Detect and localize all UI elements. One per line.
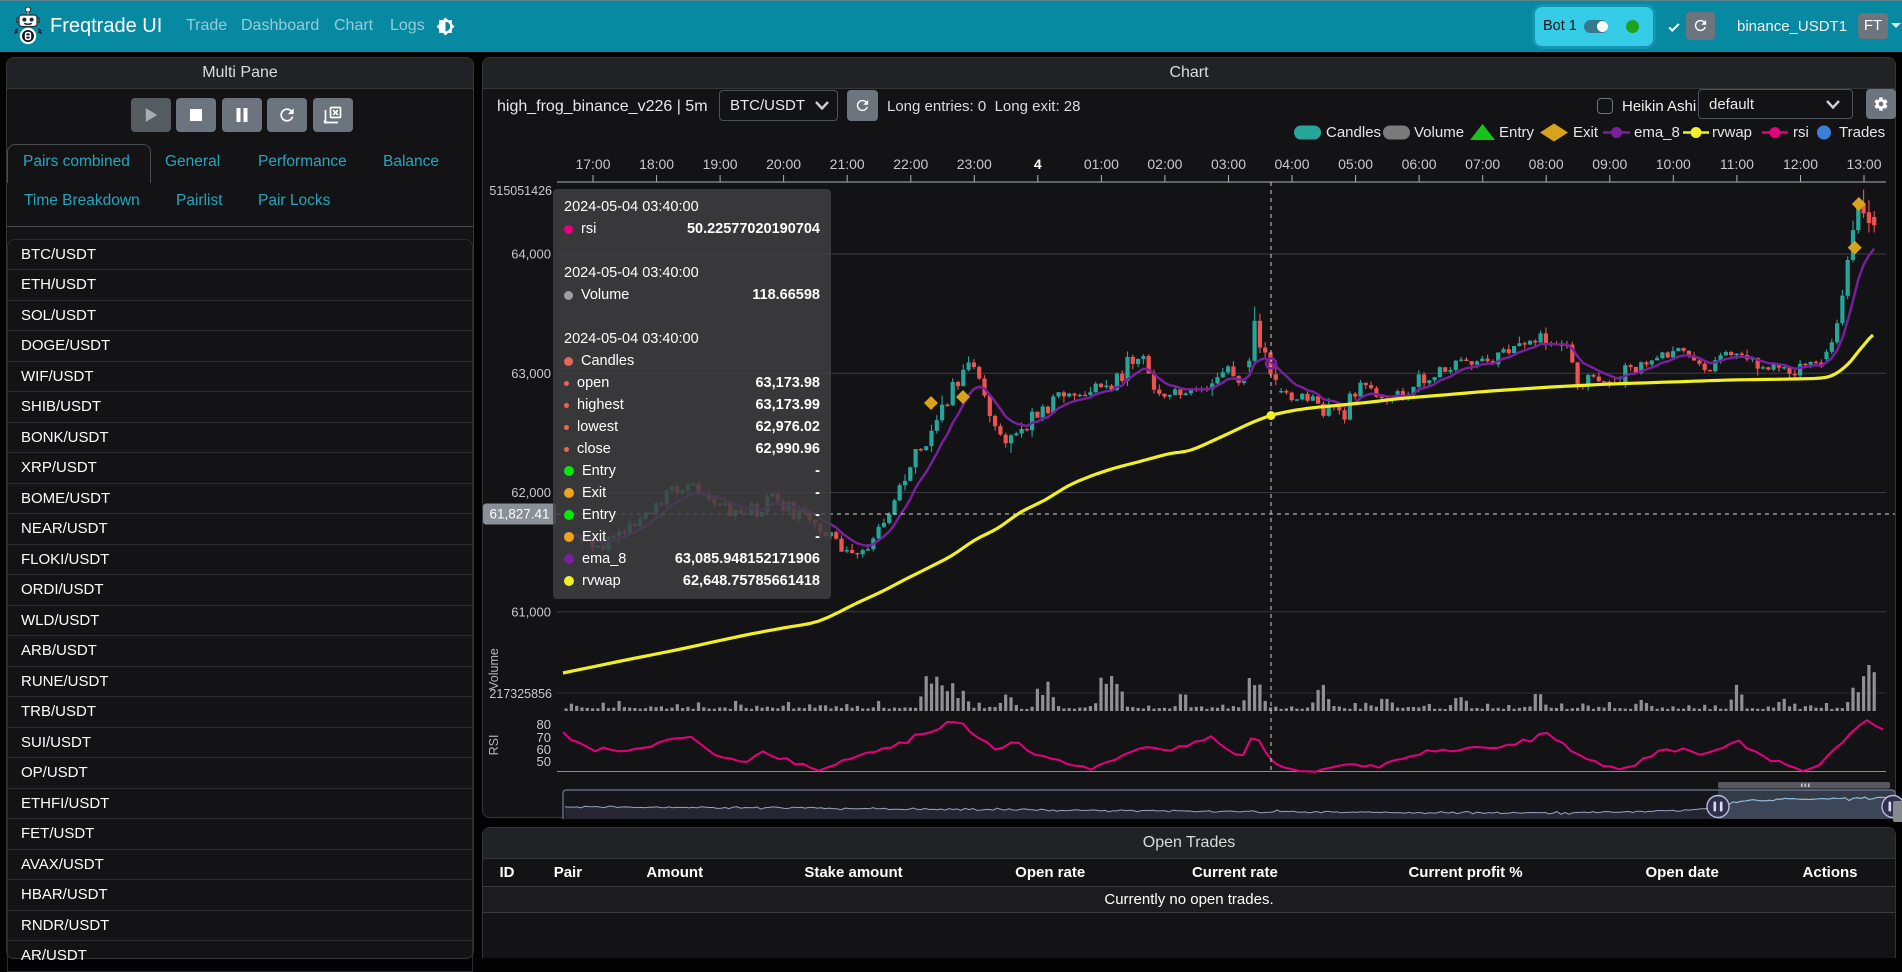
svg-text:Candles: Candles bbox=[1326, 124, 1381, 141]
svg-text:Volume: Volume bbox=[487, 648, 501, 690]
svg-text:07:00: 07:00 bbox=[1465, 156, 1500, 172]
svg-text:17:00: 17:00 bbox=[575, 156, 610, 172]
svg-text:RSI: RSI bbox=[487, 735, 501, 756]
svg-text:rvwap: rvwap bbox=[1712, 124, 1752, 141]
svg-text:13:00: 13:00 bbox=[1846, 156, 1881, 172]
svg-text:10:00: 10:00 bbox=[1656, 156, 1691, 172]
svg-text:22:00: 22:00 bbox=[893, 156, 928, 172]
svg-text:01:00: 01:00 bbox=[1084, 156, 1119, 172]
svg-text:4: 4 bbox=[1034, 156, 1042, 172]
svg-text:Entry: Entry bbox=[1499, 124, 1535, 141]
svg-text:Volume: Volume bbox=[1414, 124, 1464, 141]
svg-text:515051426: 515051426 bbox=[489, 184, 552, 198]
svg-text:09:00: 09:00 bbox=[1592, 156, 1627, 172]
svg-text:11:00: 11:00 bbox=[1720, 156, 1754, 172]
svg-text:ema_8: ema_8 bbox=[1634, 124, 1680, 141]
svg-text:06:00: 06:00 bbox=[1402, 156, 1437, 172]
svg-text:Trades: Trades bbox=[1839, 124, 1885, 141]
svg-text:63,000: 63,000 bbox=[511, 366, 551, 381]
svg-text:12:00: 12:00 bbox=[1783, 156, 1818, 172]
svg-text:04:00: 04:00 bbox=[1274, 156, 1309, 172]
svg-text:64,000: 64,000 bbox=[511, 247, 551, 262]
svg-text:61,000: 61,000 bbox=[511, 604, 551, 619]
svg-text:20:00: 20:00 bbox=[766, 156, 801, 172]
svg-text:Exit: Exit bbox=[1573, 124, 1599, 141]
svg-text:08:00: 08:00 bbox=[1529, 156, 1564, 172]
svg-text:05:00: 05:00 bbox=[1338, 156, 1373, 172]
svg-text:rsi: rsi bbox=[1793, 124, 1809, 141]
svg-text:03:00: 03:00 bbox=[1211, 156, 1246, 172]
svg-text:18:00: 18:00 bbox=[639, 156, 674, 172]
svg-text:62,000: 62,000 bbox=[511, 485, 551, 500]
svg-text:02:00: 02:00 bbox=[1147, 156, 1182, 172]
svg-text:23:00: 23:00 bbox=[957, 156, 992, 172]
svg-text:19:00: 19:00 bbox=[703, 156, 738, 172]
svg-text:21:00: 21:00 bbox=[830, 156, 865, 172]
svg-text:61,827.41: 61,827.41 bbox=[489, 507, 549, 522]
svg-text:50: 50 bbox=[537, 754, 551, 769]
